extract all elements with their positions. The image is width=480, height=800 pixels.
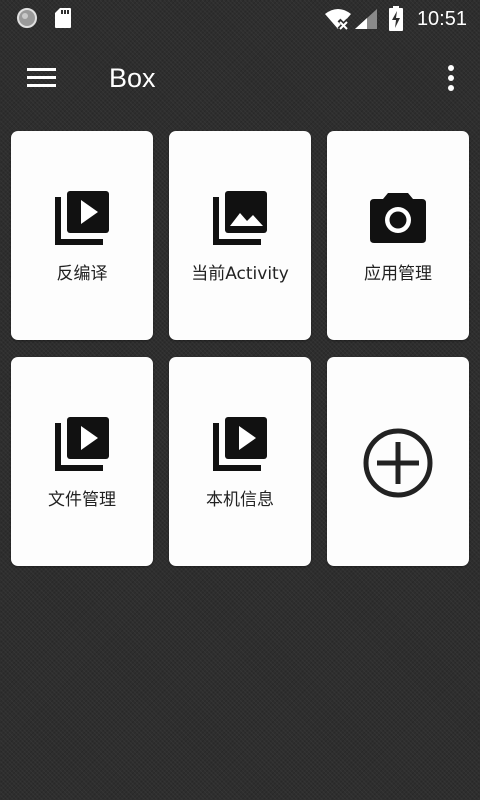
add-circle-icon <box>363 428 433 498</box>
tile-decompile[interactable]: 反编译 <box>11 131 153 340</box>
video-library-icon <box>55 191 109 245</box>
status-bar: 10:51 <box>0 0 480 38</box>
app-title: Box <box>109 63 156 93</box>
overflow-menu-button[interactable] <box>440 60 462 100</box>
tile-app-management[interactable]: 应用管理 <box>327 131 469 340</box>
tile-add[interactable] <box>327 357 469 566</box>
tile-label: 当前Activity <box>191 264 289 284</box>
wifi-off-icon <box>325 9 351 31</box>
status-time: 10:51 <box>416 8 467 30</box>
app-bar: Box <box>0 38 480 120</box>
tile-label: 应用管理 <box>364 264 432 284</box>
notification-circle-icon <box>17 8 37 28</box>
tile-file-management[interactable]: 文件管理 <box>11 357 153 566</box>
video-library-icon <box>55 417 109 471</box>
battery-charging-icon <box>389 6 403 31</box>
sd-card-icon <box>55 8 71 28</box>
tile-label: 本机信息 <box>206 490 274 510</box>
tile-current-activity[interactable]: 当前Activity <box>169 131 311 340</box>
tile-label: 文件管理 <box>48 490 116 510</box>
tile-label: 反编译 <box>56 264 108 284</box>
more-vert-icon <box>448 65 454 91</box>
camera-icon <box>370 193 426 243</box>
photo-library-icon <box>213 191 267 245</box>
menu-button[interactable] <box>20 58 64 102</box>
signal-icon <box>355 9 377 29</box>
hamburger-menu-icon <box>27 68 56 87</box>
tile-device-info[interactable]: 本机信息 <box>169 357 311 566</box>
video-library-icon <box>213 417 267 471</box>
